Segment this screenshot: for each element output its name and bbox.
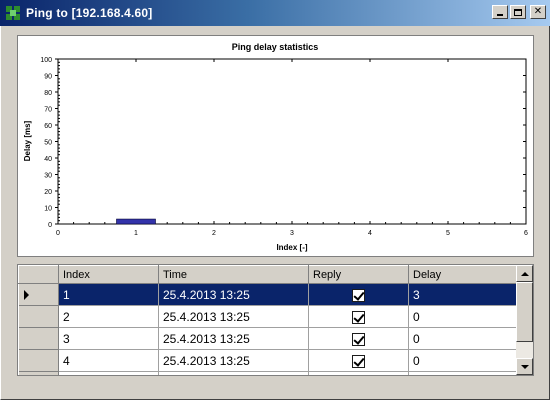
row-header-corner xyxy=(18,265,59,284)
arrow-up-icon xyxy=(520,271,529,276)
y-tick-label: 60 xyxy=(44,123,52,130)
vertical-scrollbar[interactable] xyxy=(516,265,533,375)
cell-reply[interactable] xyxy=(308,305,409,328)
chart-bar xyxy=(116,218,156,225)
arrow-down-icon xyxy=(520,364,529,369)
close-button[interactable]: ✕ xyxy=(530,5,546,19)
x-tick-label: 0 xyxy=(56,230,60,237)
y-tick-label: 50 xyxy=(44,140,52,147)
table-row[interactable]: 1 25.4.2013 13:25 3 xyxy=(18,283,519,306)
row-header[interactable] xyxy=(18,327,59,350)
app-icon xyxy=(6,6,20,20)
current-row-arrow-icon xyxy=(23,290,29,301)
plot-area xyxy=(57,58,527,225)
column-header-index[interactable]: Index xyxy=(58,265,159,284)
chart-svg: Ping delay statistics Index [-] Delay [m… xyxy=(23,42,528,252)
cell-delay[interactable]: 0 xyxy=(408,305,519,328)
reply-checkbox[interactable] xyxy=(352,310,365,324)
minimize-icon xyxy=(497,14,503,16)
cell-index[interactable] xyxy=(58,371,159,375)
reply-checkbox[interactable] xyxy=(352,354,365,368)
table-row[interactable]: 3 25.4.2013 13:25 0 xyxy=(18,327,519,350)
scroll-up-button[interactable] xyxy=(516,265,533,282)
close-icon: ✕ xyxy=(533,6,543,17)
x-tick-label: 2 xyxy=(212,230,216,237)
column-header-time[interactable]: Time xyxy=(158,265,309,284)
cell-reply[interactable] xyxy=(308,349,409,372)
cell-time[interactable]: 25.4.2013 13:25 xyxy=(158,305,309,328)
cell-reply[interactable] xyxy=(308,371,409,375)
y-tick-label: 0 xyxy=(48,222,52,229)
cell-delay[interactable] xyxy=(408,371,519,375)
chart-ylabel: Delay [ms] xyxy=(23,120,32,161)
ping-delay-chart: Ping delay statistics Index [-] Delay [m… xyxy=(17,35,534,257)
table-row[interactable]: 2 25.4.2013 13:25 0 xyxy=(18,305,519,328)
maximize-icon xyxy=(514,8,522,16)
row-header[interactable] xyxy=(18,349,59,372)
y-tick-label: 80 xyxy=(44,90,52,97)
cell-delay[interactable]: 3 xyxy=(408,283,519,306)
x-tick-label: 5 xyxy=(446,230,450,237)
y-tick-label: 40 xyxy=(44,156,52,163)
row-header[interactable] xyxy=(18,371,59,375)
y-tick-label: 20 xyxy=(44,189,52,196)
results-grid[interactable]: Index Time Reply Delay 1 25.4.2013 13:25… xyxy=(17,264,534,376)
x-tick-label: 3 xyxy=(290,230,294,237)
cell-reply[interactable] xyxy=(308,283,409,306)
column-header-delay[interactable]: Delay xyxy=(408,265,519,284)
scroll-down-button[interactable] xyxy=(516,358,533,375)
header-row: Index Time Reply Delay xyxy=(18,265,519,284)
cell-time[interactable]: 25.4.2013 13:25 xyxy=(158,283,309,306)
reply-checkbox[interactable] xyxy=(352,288,365,302)
x-tick-label: 6 xyxy=(524,230,528,237)
cell-index[interactable]: 3 xyxy=(58,327,159,350)
cell-delay[interactable]: 0 xyxy=(408,327,519,350)
reply-checkbox[interactable] xyxy=(352,332,365,346)
cell-time[interactable] xyxy=(158,371,309,375)
cell-index[interactable]: 1 xyxy=(58,283,159,306)
y-tick-label: 70 xyxy=(44,107,52,114)
row-header[interactable] xyxy=(18,305,59,328)
cell-index[interactable]: 2 xyxy=(58,305,159,328)
results-table: Index Time Reply Delay 1 25.4.2013 13:25… xyxy=(18,265,519,375)
cell-index[interactable]: 4 xyxy=(58,349,159,372)
cell-delay[interactable]: 0 xyxy=(408,349,519,372)
table-row[interactable]: 4 25.4.2013 13:25 0 xyxy=(18,349,519,372)
y-tick-label: 100 xyxy=(40,57,52,64)
chart-xlabel: Index [-] xyxy=(276,243,307,252)
maximize-button[interactable] xyxy=(510,5,526,19)
cell-time[interactable]: 25.4.2013 13:25 xyxy=(158,349,309,372)
window-title: Ping to [192.168.4.60] xyxy=(26,6,153,20)
window-controls: ✕ xyxy=(492,5,546,19)
scroll-thumb[interactable] xyxy=(516,282,533,342)
x-tick-label: 1 xyxy=(134,230,138,237)
y-tick-label: 30 xyxy=(44,173,52,180)
cell-time[interactable]: 25.4.2013 13:25 xyxy=(158,327,309,350)
y-tick-label: 90 xyxy=(44,74,52,81)
table-row-partial[interactable] xyxy=(18,371,519,375)
title-bar[interactable]: Ping to [192.168.4.60] ✕ xyxy=(0,0,550,26)
minimize-button[interactable] xyxy=(492,5,508,19)
column-header-reply[interactable]: Reply xyxy=(308,265,409,284)
row-header[interactable] xyxy=(18,283,59,306)
x-tick-label: 4 xyxy=(368,230,372,237)
cell-reply[interactable] xyxy=(308,327,409,350)
chart-title: Ping delay statistics xyxy=(232,42,319,52)
y-tick-label: 10 xyxy=(44,206,52,213)
